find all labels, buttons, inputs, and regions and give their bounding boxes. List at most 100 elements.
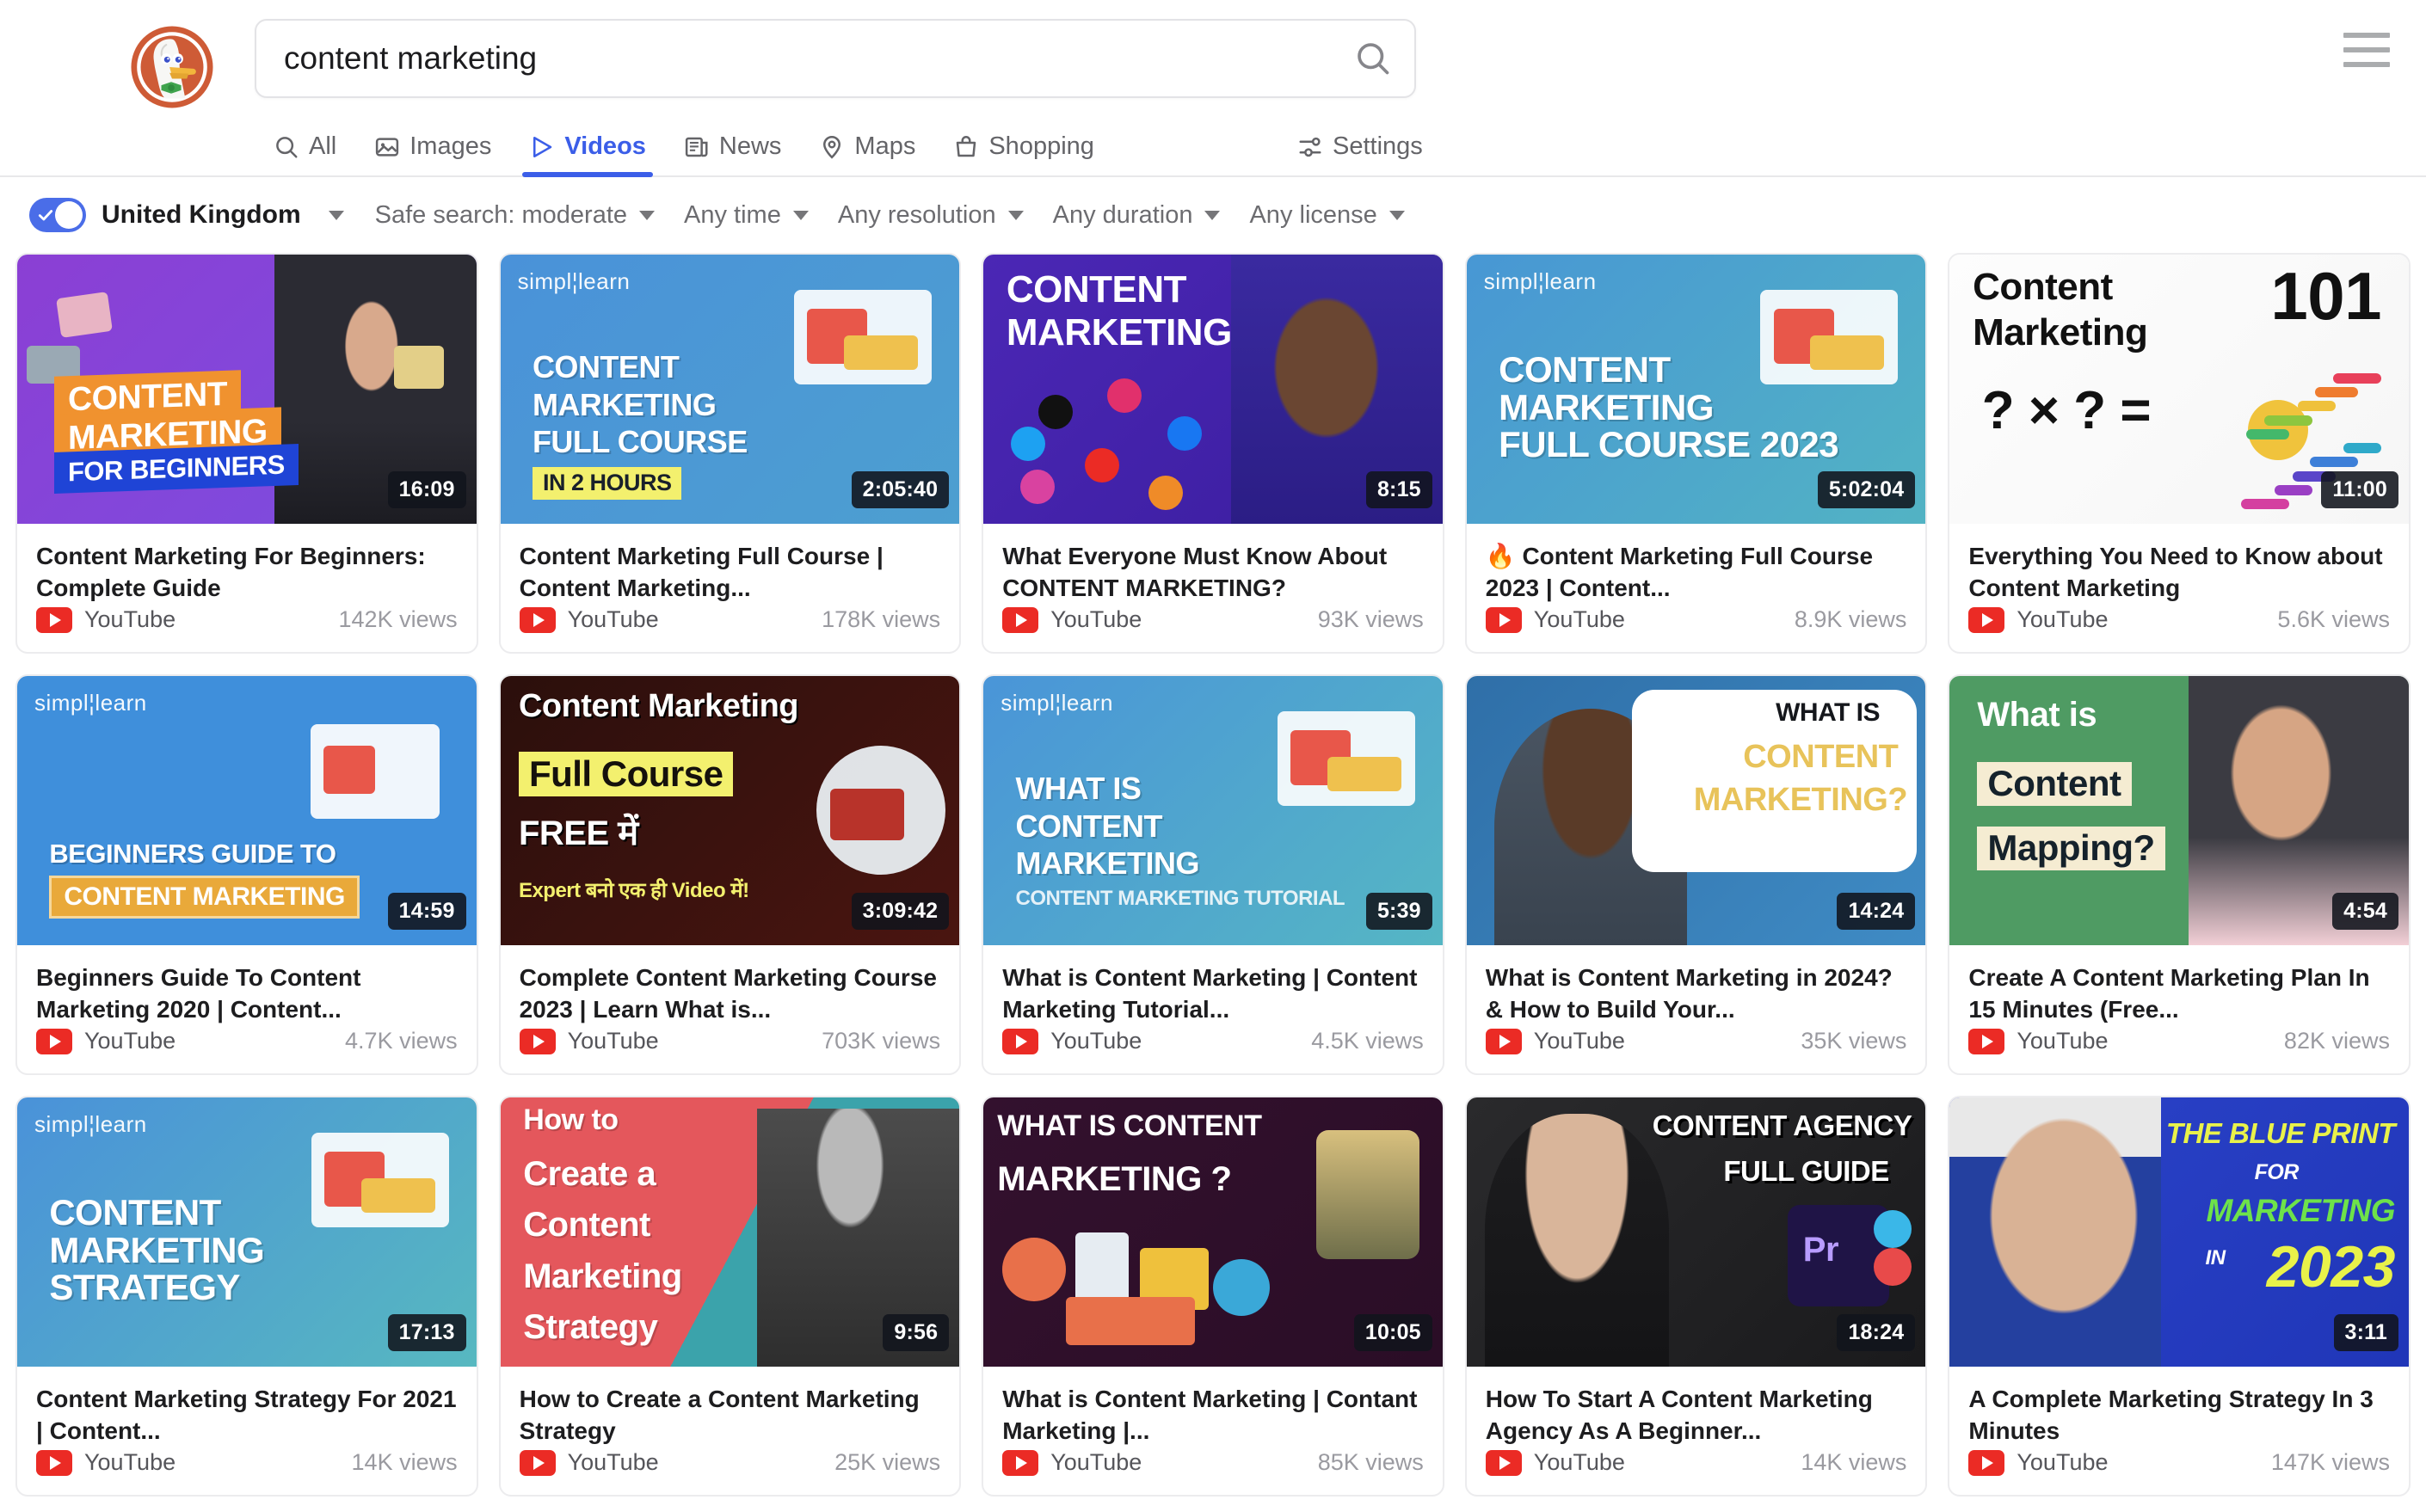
video-result-card[interactable]: CONTENT AGENCYFULL GUIDEPr 18:24 How To … — [1465, 1096, 1928, 1497]
tab-images[interactable]: Images — [355, 132, 510, 175]
video-title[interactable]: Beginners Guide To Content Marketing 202… — [36, 962, 458, 1026]
region-label: United Kingdom — [102, 200, 301, 230]
tab-shopping[interactable]: Shopping — [934, 132, 1113, 175]
video-thumbnail[interactable]: CONTENTMARKETING 8:15 — [983, 255, 1443, 524]
tab-maps[interactable]: Maps — [800, 132, 934, 175]
video-title[interactable]: What is Content Marketing | Contant Mark… — [1002, 1384, 1424, 1447]
video-thumbnail[interactable]: What isContentMapping? 4:54 — [1949, 676, 2409, 945]
video-result-card[interactable]: simpl¦learnCONTENTMARKETINGFULL COURSEIN… — [499, 253, 962, 654]
filter-label: Any license — [1249, 201, 1376, 230]
hamburger-menu-icon[interactable] — [2343, 33, 2390, 67]
video-title[interactable]: What Everyone Must Know About CONTENT MA… — [1002, 541, 1424, 605]
video-title[interactable]: Complete Content Marketing Course 2023 |… — [520, 962, 941, 1026]
video-thumbnail[interactable]: simpl¦learnWHAT ISCONTENTMARKETINGCONTEN… — [983, 676, 1443, 945]
video-card-meta: YouTube 14K views — [1467, 1449, 1926, 1495]
video-duration-badge: 18:24 — [1837, 1314, 1915, 1351]
video-thumbnail[interactable]: THE BLUE PRINTFORMARKETINGIN2023 3:11 — [1949, 1097, 2409, 1367]
view-count: 5.6K views — [2277, 606, 2390, 633]
video-thumbnail[interactable]: simpl¦learnCONTENTMARKETINGFULL COURSE 2… — [1467, 255, 1926, 524]
video-title[interactable]: 🔥 Content Marketing Full Course 2023 | C… — [1486, 541, 1907, 605]
filter-safe-search[interactable]: Safe search: moderate — [375, 201, 655, 230]
video-result-card[interactable]: Content MarketingFull CourseFREE मेंExpe… — [499, 674, 962, 1075]
search-box[interactable] — [255, 19, 1416, 98]
video-card-meta: YouTube 5.6K views — [1949, 606, 2409, 652]
video-result-card[interactable]: simpl¦learnCONTENTMARKETINGSTRATEGY 17:1… — [15, 1096, 478, 1497]
video-thumbnail[interactable]: WHAT ISCONTENTMARKETING? 14:24 — [1467, 676, 1926, 945]
filter-time[interactable]: Any time — [684, 201, 809, 230]
video-card-body: Content Marketing For Beginners: Complet… — [17, 524, 477, 606]
bag-icon — [953, 134, 979, 160]
region-toggle[interactable]: United Kingdom — [29, 198, 344, 232]
video-thumbnail[interactable]: ContentMarketing101? × ? = 11:00 — [1949, 255, 2409, 524]
video-result-card[interactable]: How toCreate aContentMarketingStrategy 9… — [499, 1096, 962, 1497]
video-duration-badge: 8:15 — [1366, 471, 1432, 508]
video-result-card[interactable]: WHAT IS CONTENTMARKETING ? 10:05 What is… — [982, 1096, 1444, 1497]
video-thumbnail[interactable]: How toCreate aContentMarketingStrategy 9… — [501, 1097, 960, 1367]
video-thumbnail[interactable]: CONTENT AGENCYFULL GUIDEPr 18:24 — [1467, 1097, 1926, 1367]
source-name: YouTube — [1050, 606, 1142, 633]
video-card-meta: YouTube 178K views — [501, 606, 960, 652]
tab-news[interactable]: News — [665, 132, 801, 175]
video-result-card[interactable]: simpl¦learnCONTENTMARKETINGFULL COURSE 2… — [1465, 253, 1928, 654]
chevron-down-icon — [1008, 211, 1024, 220]
source-name: YouTube — [2017, 606, 2108, 633]
video-result-card[interactable]: simpl¦learnBEGINNERS GUIDE TOCONTENT MAR… — [15, 674, 478, 1075]
video-card-meta: YouTube 703K views — [501, 1028, 960, 1073]
image-icon — [374, 134, 400, 160]
video-result-card[interactable]: simpl¦learnWHAT ISCONTENTMARKETINGCONTEN… — [982, 674, 1444, 1075]
video-duration-badge: 14:24 — [1837, 893, 1915, 930]
filter-duration[interactable]: Any duration — [1053, 201, 1221, 230]
video-title[interactable]: Content Marketing Full Course | Content … — [520, 541, 941, 605]
video-result-card[interactable]: CONTENTMARKETING 8:15 What Everyone Must… — [982, 253, 1444, 654]
search-icon — [274, 134, 299, 160]
region-toggle-switch[interactable] — [29, 198, 86, 232]
video-thumbnail[interactable]: simpl¦learnCONTENTMARKETINGSTRATEGY 17:1… — [17, 1097, 477, 1367]
view-count: 178K views — [822, 606, 940, 633]
video-title[interactable]: Everything You Need to Know about Conten… — [1968, 541, 2390, 605]
search-button[interactable] — [1332, 19, 1414, 98]
video-result-card[interactable]: THE BLUE PRINTFORMARKETINGIN2023 3:11 A … — [1948, 1096, 2411, 1497]
view-count: 85K views — [1318, 1449, 1424, 1476]
video-duration-badge: 5:02:04 — [1818, 471, 1916, 508]
video-source: YouTube — [1968, 1028, 2108, 1054]
video-thumbnail[interactable]: simpl¦learnCONTENTMARKETINGFULL COURSEIN… — [501, 255, 960, 524]
video-card-body: Create A Content Marketing Plan In 15 Mi… — [1949, 945, 2409, 1028]
video-thumbnail[interactable]: CONTENTMARKETINGFOR BEGINNERS 16:09 — [17, 255, 477, 524]
video-results-grid: CONTENTMARKETINGFOR BEGINNERS 16:09 Cont… — [0, 253, 2426, 1497]
video-title[interactable]: How to Create a Content Marketing Strate… — [520, 1384, 941, 1447]
tab-label: News — [719, 132, 782, 161]
video-thumbnail[interactable]: WHAT IS CONTENTMARKETING ? 10:05 — [983, 1097, 1443, 1367]
source-name: YouTube — [1534, 1028, 1625, 1054]
search-input[interactable] — [256, 40, 1332, 77]
filter-bar: United Kingdom Safe search: moderate Any… — [0, 177, 2426, 253]
duckduckgo-logo[interactable] — [124, 19, 220, 115]
tab-settings[interactable]: Settings — [1278, 132, 1442, 175]
video-title[interactable]: Content Marketing Strategy For 2021 | Co… — [36, 1384, 458, 1447]
sliders-icon — [1297, 134, 1323, 160]
video-title[interactable]: Content Marketing For Beginners: Complet… — [36, 541, 458, 605]
video-result-card[interactable]: CONTENTMARKETINGFOR BEGINNERS 16:09 Cont… — [15, 253, 478, 654]
video-result-card[interactable]: What isContentMapping? 4:54 Create A Con… — [1948, 674, 2411, 1075]
filter-license[interactable]: Any license — [1249, 201, 1404, 230]
video-card-body: What is Content Marketing | Contant Mark… — [983, 1367, 1443, 1449]
video-result-card[interactable]: ContentMarketing101? × ? = 11:00 Everyth… — [1948, 253, 2411, 654]
filter-resolution[interactable]: Any resolution — [838, 201, 1024, 230]
video-source: YouTube — [520, 606, 659, 633]
video-thumbnail[interactable]: simpl¦learnBEGINNERS GUIDE TOCONTENT MAR… — [17, 676, 477, 945]
video-result-card[interactable]: WHAT ISCONTENTMARKETING? 14:24 What is C… — [1465, 674, 1928, 1075]
check-icon — [37, 206, 54, 224]
video-card-meta: YouTube 4.5K views — [983, 1028, 1443, 1073]
tab-videos[interactable]: Videos — [510, 132, 665, 175]
tab-label: Maps — [854, 132, 915, 161]
youtube-icon — [1002, 607, 1038, 633]
video-title[interactable]: A Complete Marketing Strategy In 3 Minut… — [1968, 1384, 2390, 1447]
source-name: YouTube — [2017, 1449, 2108, 1476]
video-title[interactable]: Create A Content Marketing Plan In 15 Mi… — [1968, 962, 2390, 1026]
tab-all[interactable]: All — [255, 132, 355, 175]
video-thumbnail[interactable]: Content MarketingFull CourseFREE मेंExpe… — [501, 676, 960, 945]
youtube-icon — [1002, 1450, 1038, 1476]
video-title[interactable]: What is Content Marketing in 2024? & How… — [1486, 962, 1907, 1026]
video-title[interactable]: What is Content Marketing | Content Mark… — [1002, 962, 1424, 1026]
video-card-body: How to Create a Content Marketing Strate… — [501, 1367, 960, 1449]
video-title[interactable]: How To Start A Content Marketing Agency … — [1486, 1384, 1907, 1447]
